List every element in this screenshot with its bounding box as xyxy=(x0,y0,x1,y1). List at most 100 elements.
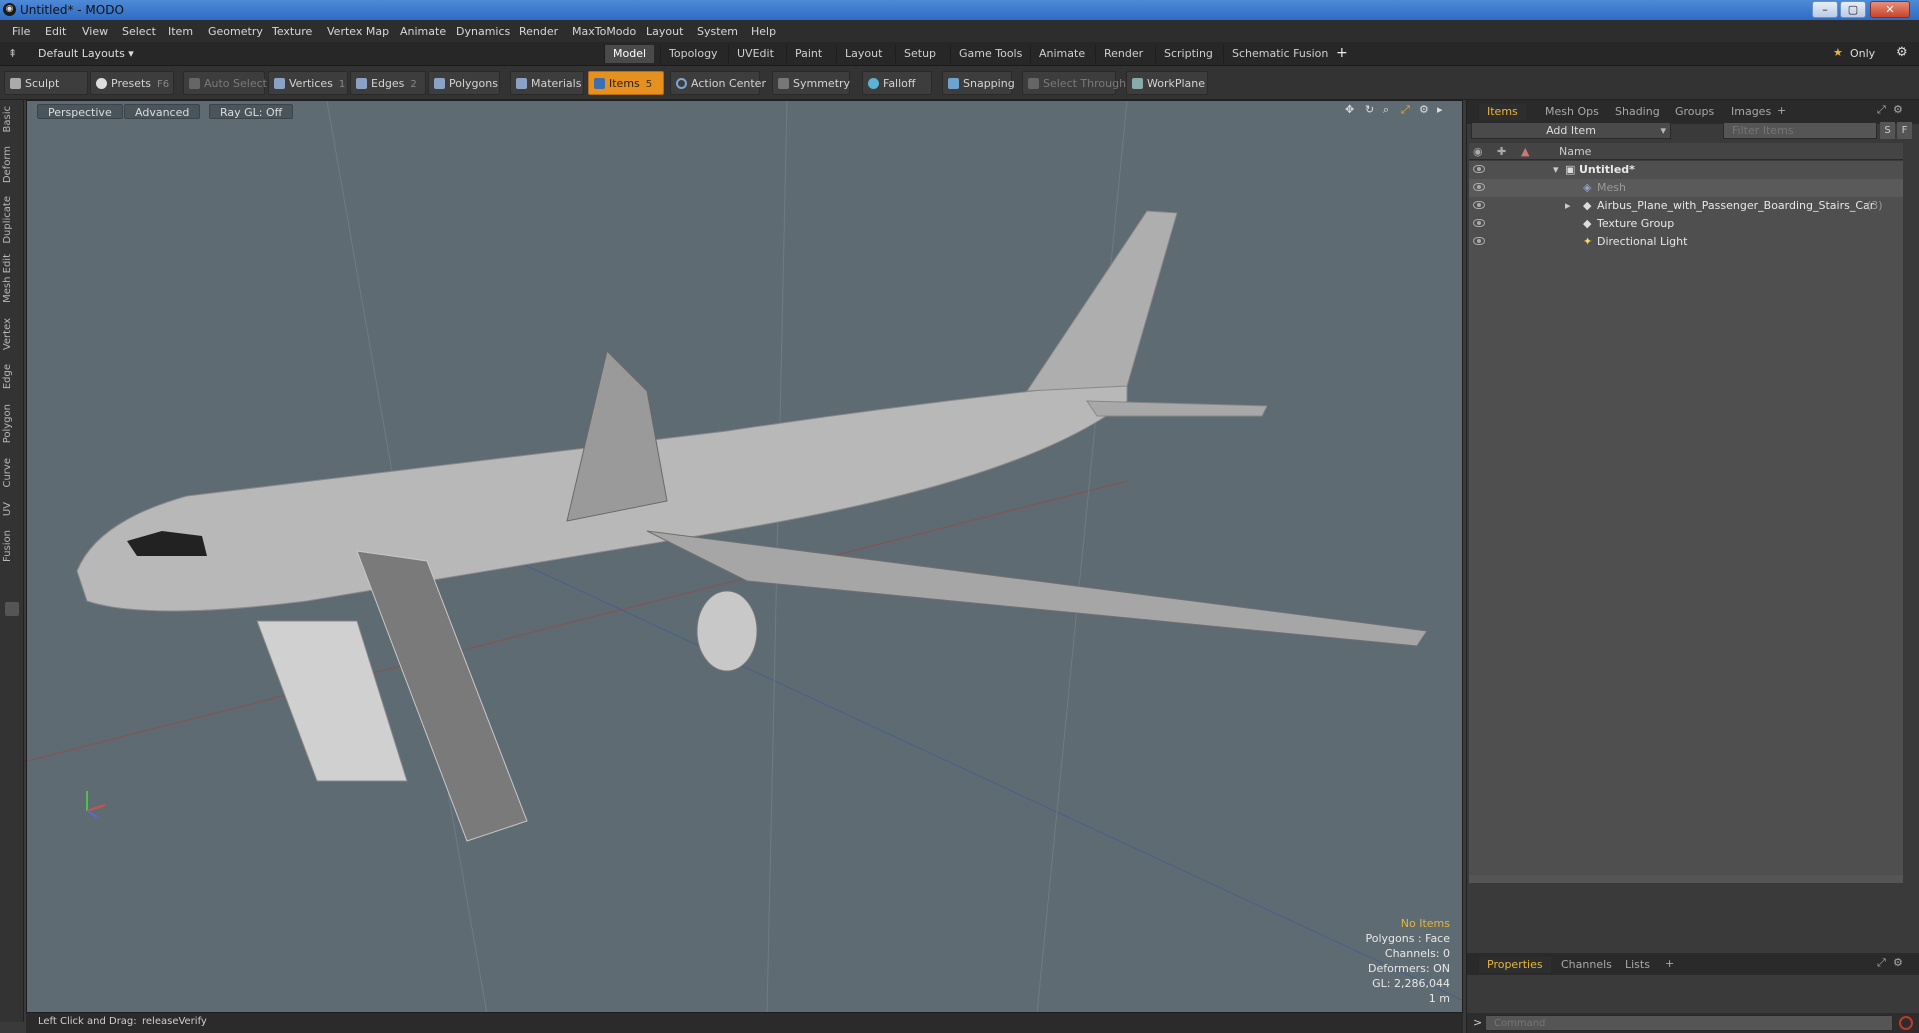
vtab-uv[interactable]: UV xyxy=(2,502,22,516)
name-column-header[interactable]: Name xyxy=(1559,145,1591,158)
panel-settings-icon[interactable]: ⚙ xyxy=(1893,103,1903,116)
menu-layout[interactable]: Layout xyxy=(646,25,683,38)
eye-icon[interactable] xyxy=(1473,219,1485,227)
menu-item[interactable]: Item xyxy=(168,25,193,38)
panel-expand-icon[interactable]: ⤢ xyxy=(1877,103,1886,117)
menu-dynamics[interactable]: Dynamics xyxy=(456,25,510,38)
tab-channels[interactable]: Channels xyxy=(1553,957,1620,973)
tab-properties[interactable]: Properties xyxy=(1479,957,1551,973)
move-view-icon[interactable]: ✥ xyxy=(1345,103,1354,116)
menu-help[interactable]: Help xyxy=(751,25,776,38)
tab-game-tools[interactable]: Game Tools xyxy=(950,45,1030,63)
tab-layout[interactable]: Layout xyxy=(836,45,890,63)
list-item[interactable]: ▾ ▣ Untitled* xyxy=(1469,161,1903,179)
eye-icon[interactable] xyxy=(1473,237,1485,245)
viewport-perspective-button[interactable]: Perspective xyxy=(37,104,123,119)
layout-up-icon[interactable]: ⇞ xyxy=(8,47,17,60)
tab-model[interactable]: Model xyxy=(604,45,655,63)
eye-icon[interactable] xyxy=(1473,183,1485,191)
presets-button[interactable]: Presets F6 xyxy=(90,71,174,95)
tab-uvedit[interactable]: UVEdit xyxy=(728,45,782,63)
add-tab-button[interactable]: + xyxy=(1336,45,1348,61)
vtab-fusion[interactable]: Fusion xyxy=(2,530,22,562)
tab-setup[interactable]: Setup xyxy=(895,45,944,63)
list-item[interactable]: ✦ Directional Light xyxy=(1469,233,1903,251)
menu-texture[interactable]: Texture xyxy=(272,25,312,38)
close-button[interactable]: ✕ xyxy=(1870,1,1910,18)
snapping-button[interactable]: Snapping xyxy=(942,71,1015,95)
list-item[interactable]: ◈ Mesh xyxy=(1469,179,1903,197)
collapse-toggle[interactable] xyxy=(5,602,19,616)
menu-geometry[interactable]: Geometry xyxy=(208,25,263,38)
viewport-raygl-button[interactable]: Ray GL: Off xyxy=(209,104,294,119)
rotate-view-icon[interactable]: ↻ xyxy=(1365,103,1374,116)
maximize-button[interactable]: ▢ xyxy=(1840,1,1866,18)
tab-items[interactable]: Items xyxy=(1479,104,1526,120)
list-item[interactable]: ▸ ◆ Airbus_Plane_with_Passenger_Boarding… xyxy=(1469,197,1903,215)
tab-paint[interactable]: Paint xyxy=(786,45,830,63)
menu-system[interactable]: System xyxy=(697,25,738,38)
3d-viewport[interactable]: Perspective Advanced Ray GL: Off ✥ ↻ ⌕ ⤢… xyxy=(26,100,1463,1013)
items-button[interactable]: Items 5 xyxy=(588,71,664,95)
menu-edit[interactable]: Edit xyxy=(45,25,66,38)
tab-render[interactable]: Render xyxy=(1095,45,1151,63)
vtab-polygon[interactable]: Polygon xyxy=(2,404,22,443)
symmetry-button[interactable]: Symmetry xyxy=(772,71,850,95)
fit-view-icon[interactable]: ⤢ xyxy=(1401,103,1410,117)
eye-icon[interactable] xyxy=(1473,165,1485,173)
vtab-duplicate[interactable]: Duplicate xyxy=(2,196,22,244)
tab-mesh-ops[interactable]: Mesh Ops xyxy=(1537,104,1607,120)
collapse-triangle-icon[interactable]: ▾ xyxy=(1553,161,1559,179)
add-item-dropdown[interactable]: Add Item ▾ xyxy=(1471,122,1671,139)
viewport-expand-icon[interactable]: ▸ xyxy=(1437,103,1443,116)
workplane-button[interactable]: WorkPlane xyxy=(1126,71,1208,95)
eye-icon[interactable] xyxy=(1473,201,1485,209)
vtab-deform[interactable]: Deform xyxy=(2,146,22,183)
minimize-button[interactable]: – xyxy=(1812,1,1838,18)
tab-images[interactable]: Images xyxy=(1723,104,1779,120)
falloff-button[interactable]: Falloff xyxy=(862,71,932,95)
add-properties-tab-button[interactable]: + xyxy=(1665,957,1674,970)
filter-items-input[interactable] xyxy=(1723,122,1877,139)
menu-select[interactable]: Select xyxy=(122,25,156,38)
menu-file[interactable]: File xyxy=(12,25,30,38)
vtab-edge[interactable]: Edge xyxy=(2,364,22,389)
menu-vertex-map[interactable]: Vertex Map xyxy=(327,25,389,38)
add-panel-tab-button[interactable]: + xyxy=(1777,104,1786,117)
tab-scripting[interactable]: Scripting xyxy=(1155,45,1221,63)
menu-animate[interactable]: Animate xyxy=(400,25,446,38)
filter-f-button[interactable]: F xyxy=(1897,122,1912,139)
properties-expand-icon[interactable]: ⤢ xyxy=(1877,956,1886,970)
filter-s-button[interactable]: S xyxy=(1880,122,1895,139)
command-input[interactable] xyxy=(1485,1015,1893,1031)
vertices-button[interactable]: Vertices 1 xyxy=(268,71,348,95)
properties-settings-icon[interactable]: ⚙ xyxy=(1893,956,1903,969)
auto-select-button[interactable]: Auto Select xyxy=(183,71,267,95)
menu-view[interactable]: View xyxy=(82,25,108,38)
menu-render[interactable]: Render xyxy=(519,25,558,38)
tab-lists[interactable]: Lists xyxy=(1617,957,1658,973)
item-list-scrollbar[interactable] xyxy=(1905,161,1918,875)
expand-triangle-icon[interactable]: ▸ xyxy=(1565,197,1571,215)
tab-topology[interactable]: Topology xyxy=(660,45,726,63)
layout-preset-dropdown[interactable]: Default Layouts ▾ xyxy=(38,47,134,60)
viewport-settings-icon[interactable]: ⚙ xyxy=(1419,103,1429,116)
tab-groups[interactable]: Groups xyxy=(1667,104,1722,120)
select-through-button[interactable]: Select Through xyxy=(1022,71,1126,95)
list-item[interactable]: ◆ Texture Group xyxy=(1469,215,1903,233)
zoom-view-icon[interactable]: ⌕ xyxy=(1383,103,1389,117)
vtab-basic[interactable]: Basic xyxy=(2,106,22,132)
tab-schematic-fusion[interactable]: Schematic Fusion xyxy=(1223,45,1336,63)
vtab-mesh-edit[interactable]: Mesh Edit xyxy=(2,254,22,303)
materials-button[interactable]: Materials xyxy=(510,71,584,95)
vtab-vertex[interactable]: Vertex xyxy=(2,318,22,350)
viewport-advanced-button[interactable]: Advanced xyxy=(124,104,201,119)
item-list-hscrollbar[interactable] xyxy=(1469,875,1903,883)
polygons-button[interactable]: Polygons xyxy=(428,71,500,95)
menu-maxtomodo[interactable]: MaxToModo xyxy=(572,25,636,38)
record-icon[interactable] xyxy=(1899,1016,1913,1030)
gear-icon[interactable]: ⚙ xyxy=(1896,45,1908,60)
edges-button[interactable]: Edges 2 xyxy=(350,71,426,95)
tab-shading[interactable]: Shading xyxy=(1607,104,1668,120)
tab-animate[interactable]: Animate xyxy=(1030,45,1093,63)
